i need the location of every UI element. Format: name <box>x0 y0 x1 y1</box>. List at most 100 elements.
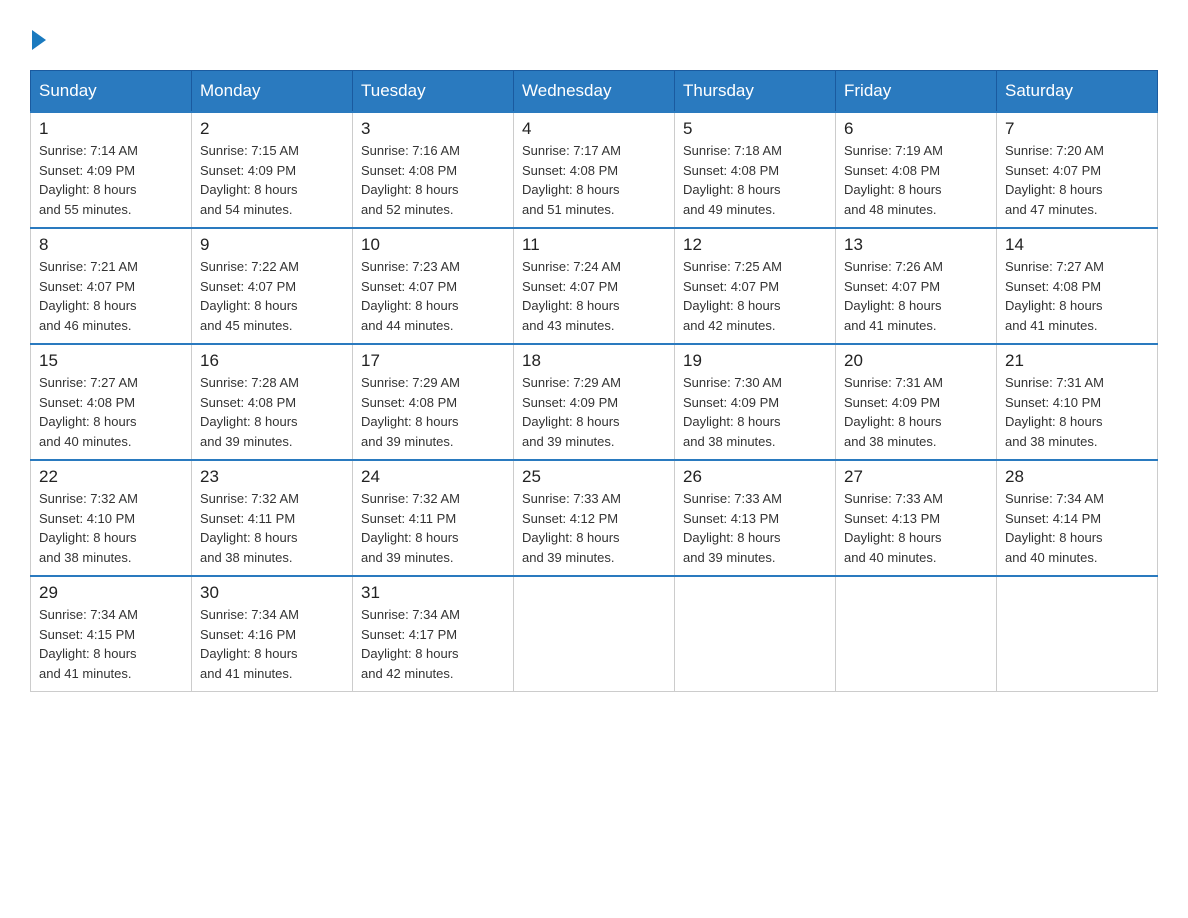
calendar-table: SundayMondayTuesdayWednesdayThursdayFrid… <box>30 70 1158 692</box>
calendar-cell: 3Sunrise: 7:16 AMSunset: 4:08 PMDaylight… <box>353 112 514 228</box>
calendar-cell: 24Sunrise: 7:32 AMSunset: 4:11 PMDayligh… <box>353 460 514 576</box>
calendar-cell <box>836 576 997 692</box>
day-number: 8 <box>39 235 183 255</box>
day-sun-info: Sunrise: 7:18 AMSunset: 4:08 PMDaylight:… <box>683 141 827 219</box>
calendar-cell <box>514 576 675 692</box>
day-number: 14 <box>1005 235 1149 255</box>
day-number: 22 <box>39 467 183 487</box>
day-number: 9 <box>200 235 344 255</box>
day-sun-info: Sunrise: 7:29 AMSunset: 4:08 PMDaylight:… <box>361 373 505 451</box>
day-number: 24 <box>361 467 505 487</box>
day-number: 10 <box>361 235 505 255</box>
day-of-week-header: Thursday <box>675 71 836 113</box>
day-sun-info: Sunrise: 7:14 AMSunset: 4:09 PMDaylight:… <box>39 141 183 219</box>
calendar-cell: 23Sunrise: 7:32 AMSunset: 4:11 PMDayligh… <box>192 460 353 576</box>
day-sun-info: Sunrise: 7:17 AMSunset: 4:08 PMDaylight:… <box>522 141 666 219</box>
day-of-week-header: Wednesday <box>514 71 675 113</box>
day-number: 13 <box>844 235 988 255</box>
calendar-week-row: 8Sunrise: 7:21 AMSunset: 4:07 PMDaylight… <box>31 228 1158 344</box>
day-number: 18 <box>522 351 666 371</box>
day-sun-info: Sunrise: 7:31 AMSunset: 4:10 PMDaylight:… <box>1005 373 1149 451</box>
day-number: 20 <box>844 351 988 371</box>
day-sun-info: Sunrise: 7:26 AMSunset: 4:07 PMDaylight:… <box>844 257 988 335</box>
calendar-header-row: SundayMondayTuesdayWednesdayThursdayFrid… <box>31 71 1158 113</box>
day-number: 15 <box>39 351 183 371</box>
calendar-cell: 15Sunrise: 7:27 AMSunset: 4:08 PMDayligh… <box>31 344 192 460</box>
page-header <box>30 30 1158 50</box>
day-sun-info: Sunrise: 7:33 AMSunset: 4:13 PMDaylight:… <box>844 489 988 567</box>
calendar-cell: 19Sunrise: 7:30 AMSunset: 4:09 PMDayligh… <box>675 344 836 460</box>
day-number: 11 <box>522 235 666 255</box>
day-number: 23 <box>200 467 344 487</box>
calendar-cell: 21Sunrise: 7:31 AMSunset: 4:10 PMDayligh… <box>997 344 1158 460</box>
day-number: 4 <box>522 119 666 139</box>
day-of-week-header: Monday <box>192 71 353 113</box>
calendar-cell: 20Sunrise: 7:31 AMSunset: 4:09 PMDayligh… <box>836 344 997 460</box>
day-sun-info: Sunrise: 7:32 AMSunset: 4:10 PMDaylight:… <box>39 489 183 567</box>
day-sun-info: Sunrise: 7:24 AMSunset: 4:07 PMDaylight:… <box>522 257 666 335</box>
calendar-cell: 2Sunrise: 7:15 AMSunset: 4:09 PMDaylight… <box>192 112 353 228</box>
day-number: 30 <box>200 583 344 603</box>
day-number: 26 <box>683 467 827 487</box>
day-number: 29 <box>39 583 183 603</box>
calendar-cell <box>675 576 836 692</box>
calendar-cell: 13Sunrise: 7:26 AMSunset: 4:07 PMDayligh… <box>836 228 997 344</box>
day-sun-info: Sunrise: 7:23 AMSunset: 4:07 PMDaylight:… <box>361 257 505 335</box>
calendar-cell: 22Sunrise: 7:32 AMSunset: 4:10 PMDayligh… <box>31 460 192 576</box>
day-number: 21 <box>1005 351 1149 371</box>
day-sun-info: Sunrise: 7:32 AMSunset: 4:11 PMDaylight:… <box>200 489 344 567</box>
calendar-cell: 29Sunrise: 7:34 AMSunset: 4:15 PMDayligh… <box>31 576 192 692</box>
day-number: 27 <box>844 467 988 487</box>
day-sun-info: Sunrise: 7:31 AMSunset: 4:09 PMDaylight:… <box>844 373 988 451</box>
day-sun-info: Sunrise: 7:34 AMSunset: 4:14 PMDaylight:… <box>1005 489 1149 567</box>
calendar-cell: 27Sunrise: 7:33 AMSunset: 4:13 PMDayligh… <box>836 460 997 576</box>
calendar-cell: 11Sunrise: 7:24 AMSunset: 4:07 PMDayligh… <box>514 228 675 344</box>
day-sun-info: Sunrise: 7:27 AMSunset: 4:08 PMDaylight:… <box>1005 257 1149 335</box>
calendar-cell: 31Sunrise: 7:34 AMSunset: 4:17 PMDayligh… <box>353 576 514 692</box>
day-number: 3 <box>361 119 505 139</box>
calendar-cell: 30Sunrise: 7:34 AMSunset: 4:16 PMDayligh… <box>192 576 353 692</box>
calendar-cell: 17Sunrise: 7:29 AMSunset: 4:08 PMDayligh… <box>353 344 514 460</box>
calendar-cell: 6Sunrise: 7:19 AMSunset: 4:08 PMDaylight… <box>836 112 997 228</box>
day-sun-info: Sunrise: 7:22 AMSunset: 4:07 PMDaylight:… <box>200 257 344 335</box>
day-sun-info: Sunrise: 7:34 AMSunset: 4:16 PMDaylight:… <box>200 605 344 683</box>
day-of-week-header: Friday <box>836 71 997 113</box>
calendar-cell: 9Sunrise: 7:22 AMSunset: 4:07 PMDaylight… <box>192 228 353 344</box>
calendar-cell: 25Sunrise: 7:33 AMSunset: 4:12 PMDayligh… <box>514 460 675 576</box>
day-of-week-header: Saturday <box>997 71 1158 113</box>
day-number: 7 <box>1005 119 1149 139</box>
day-sun-info: Sunrise: 7:19 AMSunset: 4:08 PMDaylight:… <box>844 141 988 219</box>
day-number: 2 <box>200 119 344 139</box>
calendar-cell: 12Sunrise: 7:25 AMSunset: 4:07 PMDayligh… <box>675 228 836 344</box>
day-number: 16 <box>200 351 344 371</box>
day-sun-info: Sunrise: 7:33 AMSunset: 4:12 PMDaylight:… <box>522 489 666 567</box>
day-number: 28 <box>1005 467 1149 487</box>
day-of-week-header: Sunday <box>31 71 192 113</box>
calendar-cell: 14Sunrise: 7:27 AMSunset: 4:08 PMDayligh… <box>997 228 1158 344</box>
day-sun-info: Sunrise: 7:34 AMSunset: 4:15 PMDaylight:… <box>39 605 183 683</box>
calendar-cell: 1Sunrise: 7:14 AMSunset: 4:09 PMDaylight… <box>31 112 192 228</box>
day-sun-info: Sunrise: 7:34 AMSunset: 4:17 PMDaylight:… <box>361 605 505 683</box>
day-number: 17 <box>361 351 505 371</box>
day-sun-info: Sunrise: 7:21 AMSunset: 4:07 PMDaylight:… <box>39 257 183 335</box>
calendar-week-row: 29Sunrise: 7:34 AMSunset: 4:15 PMDayligh… <box>31 576 1158 692</box>
logo <box>30 30 48 50</box>
day-number: 6 <box>844 119 988 139</box>
calendar-cell: 18Sunrise: 7:29 AMSunset: 4:09 PMDayligh… <box>514 344 675 460</box>
day-number: 1 <box>39 119 183 139</box>
calendar-cell: 7Sunrise: 7:20 AMSunset: 4:07 PMDaylight… <box>997 112 1158 228</box>
day-sun-info: Sunrise: 7:29 AMSunset: 4:09 PMDaylight:… <box>522 373 666 451</box>
day-sun-info: Sunrise: 7:28 AMSunset: 4:08 PMDaylight:… <box>200 373 344 451</box>
day-sun-info: Sunrise: 7:25 AMSunset: 4:07 PMDaylight:… <box>683 257 827 335</box>
day-sun-info: Sunrise: 7:15 AMSunset: 4:09 PMDaylight:… <box>200 141 344 219</box>
day-sun-info: Sunrise: 7:20 AMSunset: 4:07 PMDaylight:… <box>1005 141 1149 219</box>
day-sun-info: Sunrise: 7:33 AMSunset: 4:13 PMDaylight:… <box>683 489 827 567</box>
day-sun-info: Sunrise: 7:30 AMSunset: 4:09 PMDaylight:… <box>683 373 827 451</box>
calendar-cell: 8Sunrise: 7:21 AMSunset: 4:07 PMDaylight… <box>31 228 192 344</box>
day-number: 19 <box>683 351 827 371</box>
day-number: 25 <box>522 467 666 487</box>
calendar-week-row: 1Sunrise: 7:14 AMSunset: 4:09 PMDaylight… <box>31 112 1158 228</box>
calendar-cell <box>997 576 1158 692</box>
day-sun-info: Sunrise: 7:27 AMSunset: 4:08 PMDaylight:… <box>39 373 183 451</box>
calendar-week-row: 15Sunrise: 7:27 AMSunset: 4:08 PMDayligh… <box>31 344 1158 460</box>
